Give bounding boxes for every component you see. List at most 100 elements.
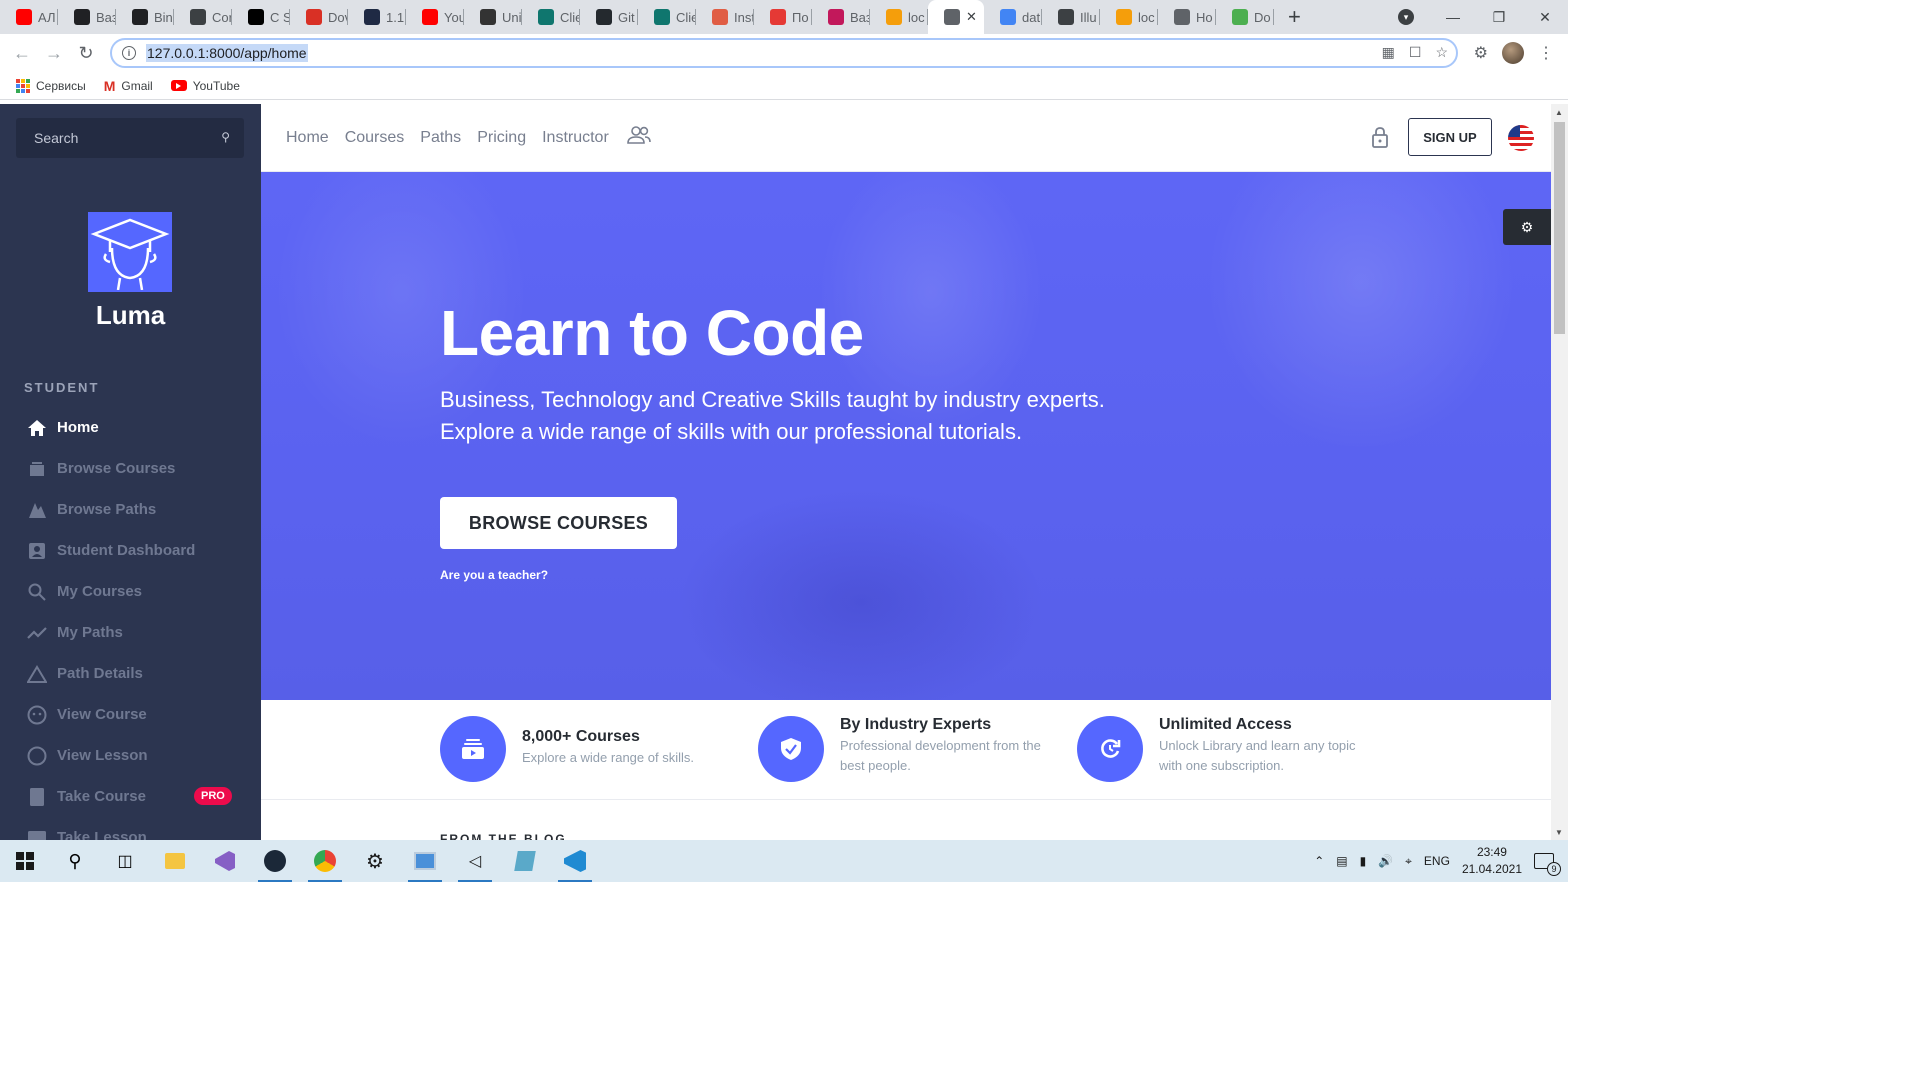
us-flag-icon[interactable] — [1508, 125, 1534, 151]
taskbar-app[interactable] — [500, 840, 550, 882]
network-icon[interactable]: ▤ — [1336, 854, 1347, 868]
reload-icon[interactable]: ↻ — [70, 43, 102, 64]
wifi-icon[interactable]: ⌖ — [1405, 854, 1412, 869]
forward-icon[interactable]: → — [38, 43, 70, 64]
taskbar-app[interactable]: ⚙ — [350, 840, 400, 882]
scrollbar-thumb[interactable] — [1554, 122, 1565, 334]
lock-icon[interactable] — [1371, 126, 1389, 153]
notifications-icon[interactable]: 9 — [1534, 853, 1561, 876]
language-indicator[interactable]: ENG — [1424, 854, 1450, 868]
menu-icon[interactable]: ⋮ — [1538, 43, 1554, 63]
bookmark-star-icon[interactable]: ☆ — [1435, 44, 1448, 61]
battery-icon[interactable]: ▮ — [1360, 854, 1367, 868]
browser-tab[interactable]: Ваз — [58, 0, 116, 34]
browse-courses-button[interactable]: BROWSE COURSES — [440, 497, 677, 549]
browser-tab[interactable]: АЛ — [0, 0, 58, 34]
search-icon[interactable]: ⚲ — [221, 130, 230, 144]
sidebar-item-student-dashboard[interactable]: Student Dashboard — [0, 530, 261, 571]
translate-icon[interactable]: ☐ — [1409, 44, 1422, 61]
bookmark-gmail[interactable]: M Gmail — [104, 78, 153, 94]
taskbar-app[interactable]: ◁ — [450, 840, 500, 882]
tab-search-icon[interactable]: ▾ — [1398, 9, 1414, 25]
people-icon[interactable] — [626, 126, 651, 149]
browser-tab[interactable]: 1.1 — [348, 0, 406, 34]
search-taskbar-button[interactable]: ⚲ — [50, 840, 100, 882]
bookmarks-bar: Сервисы M Gmail YouTube — [0, 72, 1568, 100]
sidebar-search-input[interactable]: Search ⚲ — [16, 118, 244, 158]
address-bar[interactable]: i 127.0.0.1:8000/app/home ▦ ☐ ☆ — [110, 38, 1458, 68]
browser-tab[interactable]: C S — [232, 0, 290, 34]
profile-avatar[interactable] — [1502, 42, 1524, 64]
page-scrollbar[interactable]: ▲ ▼ — [1551, 104, 1568, 840]
teacher-link[interactable]: Are you a teacher? — [440, 568, 548, 582]
browser-tab[interactable]: Illu — [1042, 0, 1100, 34]
address-url[interactable]: 127.0.0.1:8000/app/home — [146, 44, 308, 62]
tab-close-icon[interactable]: ✕ — [966, 9, 977, 25]
taskbar-app[interactable] — [550, 840, 600, 882]
restore-icon[interactable]: ❐ — [1476, 0, 1522, 34]
bookmark-apps[interactable]: Сервисы — [16, 78, 86, 93]
minimize-icon[interactable]: — — [1430, 0, 1476, 34]
extensions-icon[interactable]: ⚙ — [1474, 43, 1488, 63]
clock[interactable]: 23:49 21.04.2021 — [1462, 844, 1522, 878]
browser-tab[interactable]: dat — [984, 0, 1042, 34]
browser-tab[interactable]: loc — [1100, 0, 1158, 34]
browser-tab-active[interactable]: ✕ — [928, 0, 984, 34]
hero-title: Learn to Code — [440, 297, 864, 369]
task-view-button[interactable]: ◫ — [100, 840, 150, 882]
taskbar-app[interactable] — [250, 840, 300, 882]
brand-logo[interactable] — [88, 212, 172, 292]
browser-tab[interactable]: Clie — [638, 0, 696, 34]
sidebar-item-view-lesson[interactable]: View Lesson — [0, 735, 261, 776]
sidebar-item-view-course[interactable]: View Course — [0, 694, 261, 735]
browser-tab[interactable]: Inst — [696, 0, 754, 34]
browser-tab[interactable]: Uni — [464, 0, 522, 34]
tab-title: dat — [1022, 9, 1041, 25]
sidebar-item-my-courses[interactable]: My Courses — [0, 571, 261, 612]
sidebar-item-take-lesson[interactable]: Take Lesson — [0, 817, 261, 840]
tab-title: Do — [1254, 9, 1271, 25]
start-button[interactable] — [0, 840, 50, 882]
nav-home[interactable]: Home — [286, 129, 329, 147]
scroll-down-icon[interactable]: ▼ — [1555, 828, 1563, 837]
bookmark-youtube[interactable]: YouTube — [170, 79, 240, 93]
qr-icon[interactable]: ▦ — [1382, 44, 1395, 61]
browser-tab[interactable]: Dov — [290, 0, 348, 34]
chevron-up-icon[interactable]: ⌃ — [1314, 854, 1324, 868]
taskbar-app[interactable] — [150, 840, 200, 882]
scroll-up-icon[interactable]: ▲ — [1555, 108, 1563, 117]
sidebar-item-my-paths[interactable]: My Paths — [0, 612, 261, 653]
nav-instructor[interactable]: Instructor — [542, 129, 609, 147]
volume-icon[interactable]: 🔊 — [1378, 854, 1393, 868]
browser-tab[interactable]: Ваз — [812, 0, 870, 34]
taskbar-app[interactable] — [400, 840, 450, 882]
sidebar-item-path-details[interactable]: Path Details — [0, 653, 261, 694]
taskbar-app[interactable] — [300, 840, 350, 882]
browser-tab[interactable]: loc — [870, 0, 928, 34]
browser-tab[interactable]: Clie — [522, 0, 580, 34]
sidebar-item-label: My Courses — [57, 583, 143, 600]
nav-courses[interactable]: Courses — [345, 129, 405, 147]
browser-tab[interactable]: Cor — [174, 0, 232, 34]
browser-tab[interactable]: Git — [580, 0, 638, 34]
taskbar-app[interactable] — [200, 840, 250, 882]
new-tab-icon[interactable]: + — [1288, 4, 1301, 30]
brand-name[interactable]: Luma — [0, 300, 261, 331]
sidebar-item-take-course[interactable]: Take Course PRO — [0, 776, 261, 817]
nav-pricing[interactable]: Pricing — [477, 129, 526, 147]
back-icon[interactable]: ← — [6, 43, 38, 64]
close-window-icon[interactable]: ✕ — [1522, 0, 1568, 34]
browser-tab[interactable]: Ho — [1158, 0, 1216, 34]
browser-tab[interactable]: You — [406, 0, 464, 34]
site-info-icon[interactable]: i — [122, 46, 136, 60]
settings-gear-button[interactable]: ⚙ — [1503, 209, 1551, 245]
sidebar-item-home[interactable]: Home — [0, 407, 261, 448]
sidebar-item-browse-courses[interactable]: Browse Courses — [0, 448, 261, 489]
browser-tab[interactable]: Bin — [116, 0, 174, 34]
sidebar-item-label: Home — [57, 419, 99, 436]
sign-up-button[interactable]: SIGN UP — [1408, 118, 1492, 156]
nav-paths[interactable]: Paths — [420, 129, 461, 147]
browser-tab[interactable]: Do — [1216, 0, 1274, 34]
sidebar-item-browse-paths[interactable]: Browse Paths — [0, 489, 261, 530]
browser-tab[interactable]: По — [754, 0, 812, 34]
